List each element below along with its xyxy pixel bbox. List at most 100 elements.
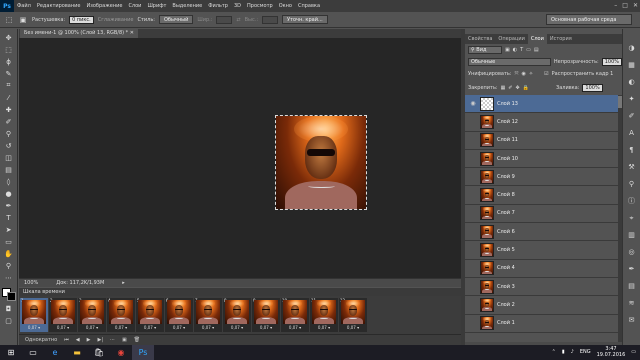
timeline-frame[interactable]: 120,07 ▾ xyxy=(339,298,367,332)
unify-position-icon[interactable]: ⤧ xyxy=(515,71,519,77)
dodge-tool-icon[interactable]: ● xyxy=(4,189,14,198)
menu-image[interactable]: Изображение xyxy=(83,3,125,9)
timeline-frame[interactable]: 80,07 ▾ xyxy=(223,298,251,332)
timeline-frame[interactable]: 110,07 ▾ xyxy=(310,298,338,332)
healing-brush-icon[interactable]: ✚ xyxy=(4,105,14,114)
menu-file[interactable]: Файл xyxy=(14,3,34,9)
timeline-frame[interactable]: 100,07 ▾ xyxy=(281,298,309,332)
layer-name[interactable]: Слой 7 xyxy=(497,210,515,216)
width-input[interactable] xyxy=(216,15,233,24)
menu-view[interactable]: Просмотр xyxy=(244,3,276,9)
layer-row[interactable]: Слой 1 xyxy=(465,315,618,333)
timeline-frame[interactable]: 10,07 ▾ xyxy=(20,298,48,332)
menu-layer[interactable]: Слои xyxy=(125,3,144,9)
layer-row[interactable]: Слой 10 xyxy=(465,150,618,169)
store-icon[interactable]: 🛍 xyxy=(88,345,110,360)
path-select-icon[interactable]: ➤ xyxy=(4,225,14,234)
layer-row[interactable]: Слой 8 xyxy=(465,186,618,205)
tab-actions[interactable]: Операции xyxy=(495,34,527,44)
marquee-tool-icon[interactable]: ⬚ xyxy=(4,45,14,54)
layer-row[interactable]: Слой 9 xyxy=(465,168,618,187)
clone-stamp-icon[interactable]: ⚲ xyxy=(4,129,14,138)
start-button-icon[interactable]: ⊞ xyxy=(0,345,22,360)
pen-tool-icon[interactable]: ✒ xyxy=(4,201,14,210)
layer-row[interactable]: Слой 12 xyxy=(465,113,618,132)
visibility-toggle[interactable] xyxy=(469,264,477,272)
menu-filter[interactable]: Фильтр xyxy=(205,3,231,9)
quick-mask-icon[interactable]: ◘ xyxy=(4,304,14,313)
workspace-select[interactable]: Основная рабочая среда xyxy=(546,14,632,25)
filter-pixel-icon[interactable]: ▣ xyxy=(505,47,510,53)
menu-type[interactable]: Шрифт xyxy=(144,3,169,9)
unify-style-icon[interactable]: ✧ xyxy=(529,71,533,77)
frame-delay[interactable]: 0,07 ▾ xyxy=(347,325,359,330)
frame-delay[interactable]: 0,07 ▾ xyxy=(115,325,127,330)
layer-name[interactable]: Слой 9 xyxy=(497,174,515,180)
layer-name[interactable]: Слой 8 xyxy=(497,192,515,198)
lasso-tool-icon[interactable]: ϕ xyxy=(4,57,14,66)
channels-icon[interactable]: ◎ xyxy=(627,247,637,257)
layer-row[interactable]: Слой 3 xyxy=(465,278,618,297)
layer-name[interactable]: Слой 4 xyxy=(497,265,515,271)
layer-row[interactable]: Слой 6 xyxy=(465,223,618,242)
menu-3d[interactable]: 3D xyxy=(231,3,244,9)
visibility-toggle[interactable] xyxy=(469,155,477,163)
edge-icon[interactable]: e xyxy=(44,345,66,360)
filter-shape-icon[interactable]: ▭ xyxy=(526,47,531,53)
layer-row[interactable]: Слой 2 xyxy=(465,296,618,315)
visibility-eye-icon[interactable]: ◉ xyxy=(469,100,477,108)
more-tools-icon[interactable]: ⋯ xyxy=(4,273,14,282)
visibility-toggle[interactable] xyxy=(469,319,477,327)
volume-icon[interactable]: ♪ xyxy=(571,349,574,355)
eyedropper-tool-icon[interactable]: ⁄ xyxy=(4,93,14,102)
timeline-frame[interactable]: 90,07 ▾ xyxy=(252,298,280,332)
filter-adjust-icon[interactable]: ◐ xyxy=(513,47,517,53)
loop-select[interactable]: Однократно xyxy=(25,337,57,343)
paths-icon[interactable]: ✒ xyxy=(627,264,637,274)
tab-properties[interactable]: Свойства xyxy=(465,34,495,44)
timeline-frame[interactable]: 20,07 ▾ xyxy=(49,298,77,332)
antialias-checkbox[interactable]: Сглаживание xyxy=(98,17,134,23)
gradient-tool-icon[interactable]: ▤ xyxy=(4,165,14,174)
character-panel-icon[interactable]: A xyxy=(627,128,637,138)
duplicate-frame-icon[interactable]: ▣ xyxy=(122,337,127,343)
next-frame-icon[interactable]: ▶| xyxy=(97,337,103,343)
layer-name[interactable]: Слой 6 xyxy=(497,229,515,235)
unify-visibility-icon[interactable]: ◉ xyxy=(522,71,526,77)
menu-edit[interactable]: Редактирование xyxy=(34,3,84,9)
layer-name[interactable]: Слой 13 xyxy=(497,101,518,107)
lock-all-icon[interactable]: 🔒 xyxy=(523,85,529,91)
close-tab-icon[interactable]: ✕ xyxy=(130,30,134,36)
chrome-icon[interactable]: ◉ xyxy=(110,345,132,360)
minimize-button[interactable]: – xyxy=(614,2,617,9)
clock[interactable]: 3:47 19.07.2016 xyxy=(597,346,626,358)
lock-move-icon[interactable]: ✥ xyxy=(516,85,520,91)
play-icon[interactable]: ▶ xyxy=(87,337,91,343)
file-explorer-icon[interactable]: ▬ xyxy=(66,345,88,360)
visibility-toggle[interactable] xyxy=(469,191,477,199)
filter-smart-icon[interactable]: ▤ xyxy=(534,47,539,53)
frame-delay[interactable]: 0,07 ▾ xyxy=(260,325,272,330)
history-brush-icon[interactable]: ↺ xyxy=(4,141,14,150)
photoshop-taskbar-icon[interactable]: Ps xyxy=(132,345,154,360)
zoom-tool-icon[interactable]: ⚲ xyxy=(4,261,14,270)
swatches-panel-icon[interactable]: ▦ xyxy=(627,60,637,70)
canvas-area[interactable] xyxy=(19,38,461,278)
layer-name[interactable]: Слой 3 xyxy=(497,284,515,290)
zoom-level[interactable]: 100% xyxy=(24,280,38,286)
height-input[interactable] xyxy=(262,15,279,24)
menu-select[interactable]: Выделение xyxy=(169,3,205,9)
layer-name[interactable]: Слой 1 xyxy=(497,320,515,326)
screen-mode-icon[interactable]: ▢ xyxy=(4,316,14,325)
brush-tool-icon[interactable]: ✐ xyxy=(4,117,14,126)
frame-delay[interactable]: 0,07 ▾ xyxy=(318,325,330,330)
crop-tool-icon[interactable]: ⌗ xyxy=(4,81,14,90)
timeline-frame[interactable]: 40,07 ▾ xyxy=(107,298,135,332)
frame-delay[interactable]: 0,07 ▾ xyxy=(173,325,185,330)
blur-tool-icon[interactable]: ◊ xyxy=(4,177,14,186)
timeline-frame[interactable]: 60,07 ▾ xyxy=(165,298,193,332)
selection-mode-icons[interactable]: ▣ xyxy=(18,15,28,24)
layer-name[interactable]: Слой 5 xyxy=(497,247,515,253)
visibility-toggle[interactable] xyxy=(469,136,477,144)
type-tool-icon[interactable]: T xyxy=(4,213,14,222)
